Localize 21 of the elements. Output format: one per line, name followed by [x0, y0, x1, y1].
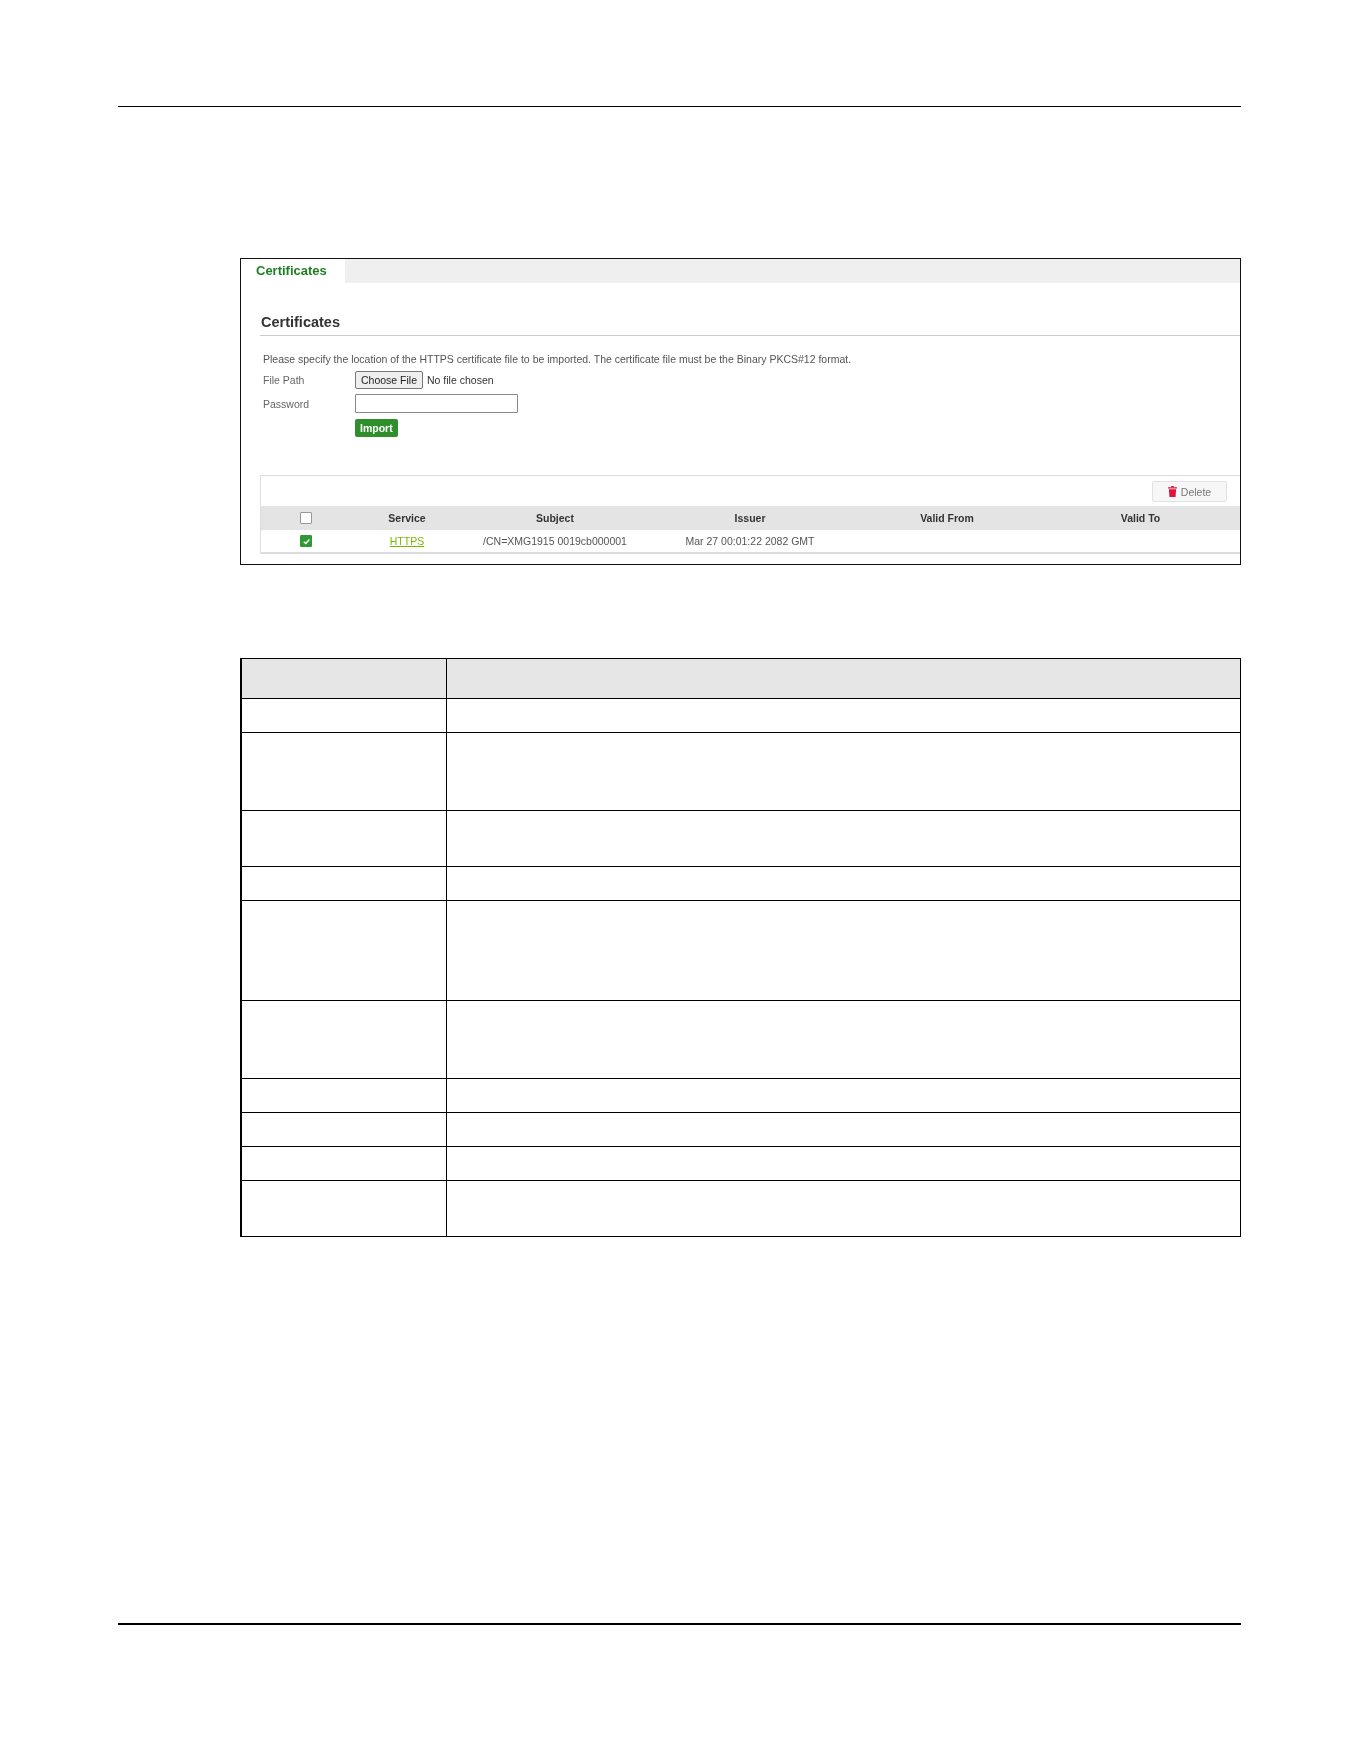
password-field[interactable] — [355, 394, 518, 413]
instructions-text: Please specify the location of the HTTPS certificate file to be imported. The certificate file must be the Binary PKCS#12 format. — [262, 352, 852, 366]
section-heading: Certificates — [260, 313, 340, 331]
delete-button[interactable]: Delete — [1152, 481, 1227, 502]
file-status-text: No file chosen — [427, 373, 494, 386]
table-cell: /CN=XMG1915 0019cb000001 — [483, 535, 627, 547]
import-button[interactable]: Import — [355, 418, 398, 437]
column-header: Service — [387, 512, 427, 524]
column-header: Valid From — [919, 512, 975, 524]
tab[interactable]: Certificates — [241, 259, 345, 283]
service-link[interactable]: HTTPS — [389, 535, 425, 547]
row-checkbox[interactable] — [300, 535, 312, 547]
select-all-checkbox[interactable] — [300, 512, 312, 524]
column-header: Valid To — [1119, 512, 1162, 524]
column-header: Issuer — [733, 512, 767, 524]
table-cell: Mar 27 00:01:22 2082 GMT — [685, 535, 815, 547]
file-path-label: File Path — [262, 373, 306, 386]
password-label: Password — [262, 397, 311, 410]
trash-icon — [1167, 486, 1177, 497]
choose-file-button[interactable]: Choose File — [355, 370, 424, 389]
column-header: Subject — [535, 512, 575, 524]
